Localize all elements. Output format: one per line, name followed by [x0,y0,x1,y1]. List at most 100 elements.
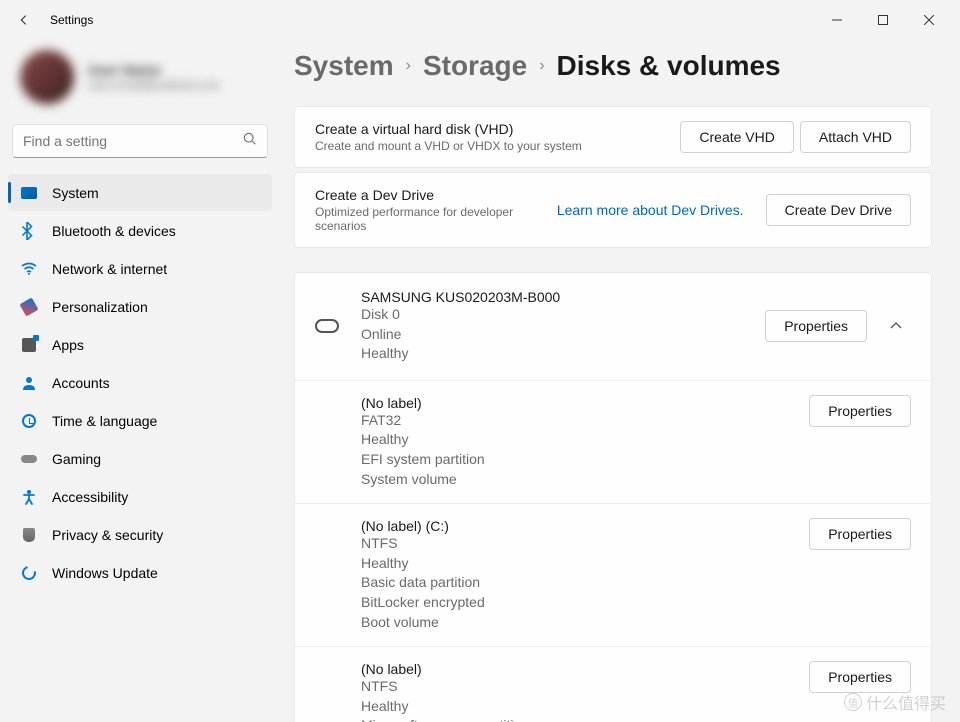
volume-row: (No label) NTFS Healthy Microsoft recove… [295,646,931,722]
volume-name: (No label) [361,661,803,677]
minimize-button[interactable] [814,4,860,36]
sidebar-item-system[interactable]: System [8,174,272,211]
sidebar-item-time[interactable]: Time & language [8,402,272,439]
nav-list: System Bluetooth & devices Network & int… [8,174,272,591]
devdrive-learn-link[interactable]: Learn more about Dev Drives. [557,202,744,218]
vhd-card: Create a virtual hard disk (VHD) Create … [294,106,932,168]
arrow-left-icon [17,13,31,27]
close-button[interactable] [906,4,952,36]
user-section[interactable]: User Name user.email@outlook.com [8,40,272,124]
devdrive-subtitle: Optimized performance for developer scen… [315,205,557,233]
window-controls [814,4,952,36]
chevron-right-icon: › [539,57,544,75]
chevron-right-icon: › [406,57,411,75]
chevron-up-icon[interactable] [881,317,911,335]
vhd-title: Create a virtual hard disk (VHD) [315,121,674,137]
disk-name: SAMSUNG KUS020203M-B000 [361,289,759,305]
volume-fs: NTFS [361,534,803,554]
create-devdrive-button[interactable]: Create Dev Drive [766,194,911,226]
bluetooth-icon [20,222,38,240]
update-icon [20,564,38,582]
disk-health: Healthy [361,344,759,364]
volume-health: Healthy [361,554,803,574]
sidebar-item-personalization[interactable]: Personalization [8,288,272,325]
breadcrumb-storage[interactable]: Storage [423,50,527,82]
sidebar-item-label: Accounts [52,375,110,391]
sidebar-item-label: Windows Update [52,565,158,581]
sidebar-item-update[interactable]: Windows Update [8,554,272,591]
sidebar-item-label: Gaming [52,451,101,467]
sidebar-item-label: Apps [52,337,84,353]
minimize-icon [832,15,842,25]
sidebar-item-label: Bluetooth & devices [52,223,176,239]
watermark: 值什么值得买 [844,690,946,714]
maximize-button[interactable] [860,4,906,36]
user-name: User Name [88,62,220,78]
sidebar-item-label: Accessibility [52,489,128,505]
devdrive-title: Create a Dev Drive [315,187,557,203]
volume-fs: NTFS [361,677,803,697]
sidebar-item-label: Personalization [52,299,148,315]
disk-properties-button[interactable]: Properties [765,310,867,342]
sidebar: User Name user.email@outlook.com System … [0,40,280,722]
avatar [20,50,74,104]
sidebar-item-label: System [52,185,99,201]
person-icon [20,374,38,392]
back-button[interactable] [8,4,40,36]
volume-row: (No label) (C:) NTFS Healthy Basic data … [295,503,931,646]
breadcrumb: System › Storage › Disks & volumes [294,50,932,82]
shield-icon [20,526,38,544]
volume-properties-button[interactable]: Properties [809,395,911,427]
volume-type: EFI system partition [361,450,803,470]
disk-header[interactable]: SAMSUNG KUS020203M-B000 Disk 0 Online He… [295,273,931,380]
sidebar-item-label: Network & internet [52,261,167,277]
disk-icon [315,319,339,333]
search-icon [243,132,257,151]
search-box[interactable] [12,124,268,158]
sidebar-item-apps[interactable]: Apps [8,326,272,363]
create-vhd-button[interactable]: Create VHD [680,121,793,153]
window-title: Settings [50,13,93,27]
accessibility-icon [20,488,38,506]
vhd-subtitle: Create and mount a VHD or VHDX to your s… [315,139,674,153]
content-area: System › Storage › Disks & volumes Creat… [280,40,960,722]
user-text: User Name user.email@outlook.com [88,62,220,92]
disk-id: Disk 0 [361,305,759,325]
wifi-icon [20,260,38,278]
sidebar-item-privacy[interactable]: Privacy & security [8,516,272,553]
disk-card: SAMSUNG KUS020203M-B000 Disk 0 Online He… [294,272,932,722]
volume-fs: FAT32 [361,411,803,431]
maximize-icon [878,15,888,25]
volume-properties-button[interactable]: Properties [809,661,911,693]
devdrive-card: Create a Dev Drive Optimized performance… [294,172,932,248]
attach-vhd-button[interactable]: Attach VHD [800,121,911,153]
volume-type: Basic data partition [361,573,803,593]
disk-status: Online [361,325,759,345]
volume-properties-button[interactable]: Properties [809,518,911,550]
volume-name: (No label) [361,395,803,411]
titlebar: Settings [0,0,960,40]
volume-name: (No label) (C:) [361,518,803,534]
sidebar-item-label: Time & language [52,413,157,429]
volume-extra: System volume [361,470,803,490]
sidebar-item-bluetooth[interactable]: Bluetooth & devices [8,212,272,249]
page-title: Disks & volumes [557,50,781,82]
apps-icon [20,336,38,354]
disks-section: SAMSUNG KUS020203M-B000 Disk 0 Online He… [294,272,932,722]
volume-extra: BitLocker encrypted [361,593,803,613]
system-icon [20,184,38,202]
sidebar-item-accessibility[interactable]: Accessibility [8,478,272,515]
volume-row: (No label) FAT32 Healthy EFI system part… [295,380,931,503]
breadcrumb-system[interactable]: System [294,50,394,82]
user-email: user.email@outlook.com [88,78,220,92]
volume-health: Healthy [361,430,803,450]
search-input[interactable] [23,133,243,149]
gamepad-icon [20,450,38,468]
paintbrush-icon [20,298,38,316]
sidebar-item-label: Privacy & security [52,527,163,543]
sidebar-item-network[interactable]: Network & internet [8,250,272,287]
sidebar-item-gaming[interactable]: Gaming [8,440,272,477]
clock-icon [20,412,38,430]
sidebar-item-accounts[interactable]: Accounts [8,364,272,401]
volume-health: Healthy [361,697,803,717]
